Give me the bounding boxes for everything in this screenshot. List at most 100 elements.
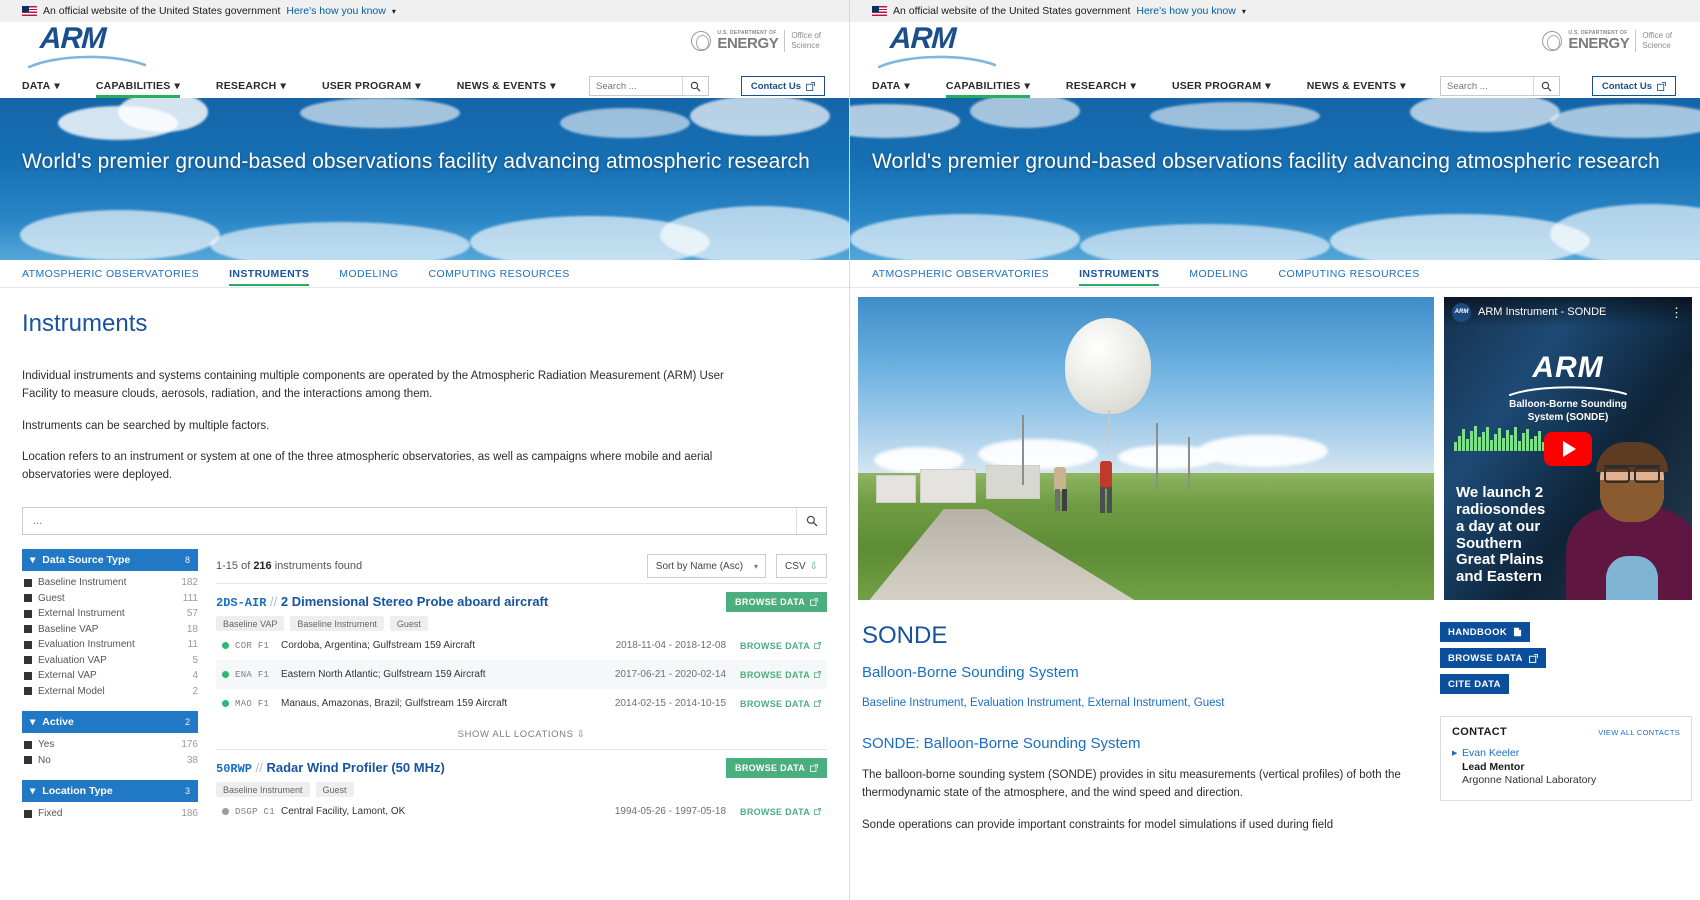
nav-item-research[interactable]: RESEARCH ▾ xyxy=(1066,80,1136,98)
tab-atmospheric-observatories[interactable]: ATMOSPHERIC OBSERVATORIES xyxy=(22,260,199,288)
facet-option[interactable]: Baseline VAP 18 xyxy=(22,622,198,638)
chevron-down-icon: ▾ xyxy=(30,554,36,567)
cloud-decor xyxy=(660,206,849,260)
instrument-abbr: 2DS-AIR xyxy=(216,596,267,611)
cloud-decor xyxy=(210,222,470,260)
nav-item-capabilities[interactable]: CAPABILITIES ▾ xyxy=(95,80,180,98)
kebab-menu-icon[interactable]: ⋮ xyxy=(1670,306,1684,319)
header-search[interactable] xyxy=(1440,76,1560,96)
facet-option[interactable]: Fixed 186 xyxy=(22,806,198,822)
caret-right-icon: ▶ xyxy=(1452,750,1458,757)
tab-atmospheric-observatories[interactable]: ATMOSPHERIC OBSERVATORIES xyxy=(872,260,1049,288)
arm-logo[interactable]: ARM xyxy=(878,22,998,68)
facet-header[interactable]: ▾ Data Source Type 8 xyxy=(22,549,198,572)
tab-modeling[interactable]: MODELING xyxy=(339,260,398,288)
nav-label: RESEARCH xyxy=(215,80,277,92)
location-row[interactable]: COR F1 Cordoba, Argentina; Gulfstream 15… xyxy=(216,631,827,660)
browse-data-label: BROWSE DATA xyxy=(1448,652,1523,664)
how-you-know-link[interactable]: Here's how you know xyxy=(286,5,385,17)
search-icon[interactable] xyxy=(796,508,826,535)
person-legs xyxy=(1100,487,1105,513)
tab-modeling[interactable]: MODELING xyxy=(1189,260,1248,288)
tab-computing-resources[interactable]: COMPUTING RESOURCES xyxy=(429,260,570,288)
instrument-search-input[interactable] xyxy=(23,508,796,535)
nav-item-user-program[interactable]: USER PROGRAM ▾ xyxy=(322,80,421,98)
sort-select[interactable]: Sort by Name (Asc) ▾ xyxy=(646,554,767,579)
show-all-locations-button[interactable]: SHOW ALL LOCATIONS ⇩ xyxy=(216,718,827,749)
nav-item-capabilities[interactable]: CAPABILITIES ▾ xyxy=(945,80,1030,98)
contact-us-button[interactable]: Contact Us xyxy=(740,76,825,96)
checkbox-icon[interactable] xyxy=(24,609,32,618)
instrument-search[interactable] xyxy=(22,507,827,536)
instrument-name: 2 Dimensional Stereo Probe aboard aircra… xyxy=(280,594,549,610)
facet-option[interactable]: External Model 2 xyxy=(22,684,198,700)
facet-header[interactable]: ▾ Location Type 3 xyxy=(22,780,198,803)
facet-header[interactable]: ▾ Active 2 xyxy=(22,711,198,734)
doe-seal-icon xyxy=(691,31,712,51)
facet-option[interactable]: External Instrument 57 xyxy=(22,606,198,622)
play-button-icon[interactable] xyxy=(1544,431,1592,466)
video-watermark: ARM Balloon-Borne Sounding System (SONDE… xyxy=(1508,353,1628,424)
location-row[interactable]: MAO F1 Manaus, Amazonas, Brazil; Gulfstr… xyxy=(216,689,827,718)
view-all-contacts-link[interactable]: VIEW ALL CONTACTS xyxy=(1598,728,1680,737)
location-row[interactable]: DSGP C1 Central Facility, Lamont, OK 199… xyxy=(216,797,827,826)
header-search-input[interactable] xyxy=(590,77,682,95)
facet-option[interactable]: Baseline Instrument 182 xyxy=(22,575,198,591)
location-browse-link[interactable]: BROWSE DATA xyxy=(740,807,821,817)
checkbox-icon[interactable] xyxy=(24,756,32,765)
search-icon[interactable] xyxy=(1533,77,1559,95)
location-browse-link[interactable]: BROWSE DATA xyxy=(740,670,821,680)
location-browse-link[interactable]: BROWSE DATA xyxy=(740,699,821,709)
facet-option[interactable]: Evaluation Instrument 11 xyxy=(22,637,198,653)
nav-item-data[interactable]: DATA ▾ xyxy=(22,80,60,98)
video-embed[interactable]: ARM ARM Instrument - SONDE ⋮ ARM Balloon… xyxy=(1444,297,1692,600)
browse-data-button[interactable]: BROWSE DATA xyxy=(726,758,827,779)
intro-paragraph-3: Location refers to an instrument or syst… xyxy=(22,451,713,482)
facet-option[interactable]: Guest 111 xyxy=(22,591,198,607)
facet-option-count: 18 xyxy=(186,623,198,635)
header-search[interactable] xyxy=(589,76,709,96)
checkbox-icon[interactable] xyxy=(24,687,32,696)
facet-option[interactable]: Evaluation VAP 5 xyxy=(22,653,198,669)
how-you-know-link[interactable]: Here's how you know xyxy=(1136,5,1235,17)
cloud-decor xyxy=(850,214,1080,260)
facet-option[interactable]: External VAP 4 xyxy=(22,668,198,684)
contact-us-button[interactable]: Contact Us xyxy=(1591,76,1676,96)
cloud-decor xyxy=(1150,102,1320,130)
tab-instruments[interactable]: INSTRUMENTS xyxy=(1079,260,1160,288)
checkbox-icon[interactable] xyxy=(24,578,32,587)
checkbox-icon[interactable] xyxy=(24,809,32,818)
handbook-button[interactable]: HANDBOOK xyxy=(1440,622,1531,642)
chevron-down-icon: ▾ xyxy=(1024,80,1030,92)
checkbox-icon[interactable] xyxy=(24,640,32,649)
gov-banner: An official website of the United States… xyxy=(850,0,1700,22)
header-search-input[interactable] xyxy=(1441,77,1533,95)
location-browse-link[interactable]: BROWSE DATA xyxy=(740,641,821,651)
arm-logo[interactable]: ARM xyxy=(28,22,148,68)
facet-option[interactable]: Yes 176 xyxy=(22,737,198,753)
nav-item-user-program[interactable]: USER PROGRAM ▾ xyxy=(1172,80,1271,98)
nav-label: USER PROGRAM xyxy=(321,80,412,92)
contact-name[interactable]: Evan Keeler xyxy=(1462,747,1680,759)
csv-download-button[interactable]: CSV ⇩ xyxy=(776,554,827,579)
checkbox-icon[interactable] xyxy=(24,594,32,603)
cite-data-button[interactable]: CITE DATA xyxy=(1440,674,1509,694)
checkbox-icon[interactable] xyxy=(24,625,32,634)
tab-instruments[interactable]: INSTRUMENTS xyxy=(229,260,310,288)
nav-item-news-events[interactable]: NEWS & EVENTS ▾ xyxy=(457,80,556,98)
search-icon[interactable] xyxy=(682,77,708,95)
browse-data-button[interactable]: BROWSE DATA xyxy=(1440,648,1546,668)
location-code: MAO F1 xyxy=(235,698,270,709)
checkbox-icon[interactable] xyxy=(24,740,32,749)
browse-data-button[interactable]: BROWSE DATA xyxy=(726,592,827,613)
location-row[interactable]: ENA F1 Eastern North Atlantic; Gulfstrea… xyxy=(216,660,827,690)
detail-main: SONDE Balloon-Borne Sounding System Base… xyxy=(858,600,1430,847)
nav-item-research[interactable]: RESEARCH ▾ xyxy=(216,80,286,98)
checkbox-icon[interactable] xyxy=(24,671,32,680)
checkbox-icon[interactable] xyxy=(24,656,32,665)
nav-item-data[interactable]: DATA ▾ xyxy=(872,80,910,98)
tag: Guest xyxy=(389,616,428,632)
tab-computing-resources[interactable]: COMPUTING RESOURCES xyxy=(1279,260,1420,288)
nav-item-news-events[interactable]: NEWS & EVENTS ▾ xyxy=(1307,80,1406,98)
facet-option[interactable]: No 38 xyxy=(22,753,198,769)
